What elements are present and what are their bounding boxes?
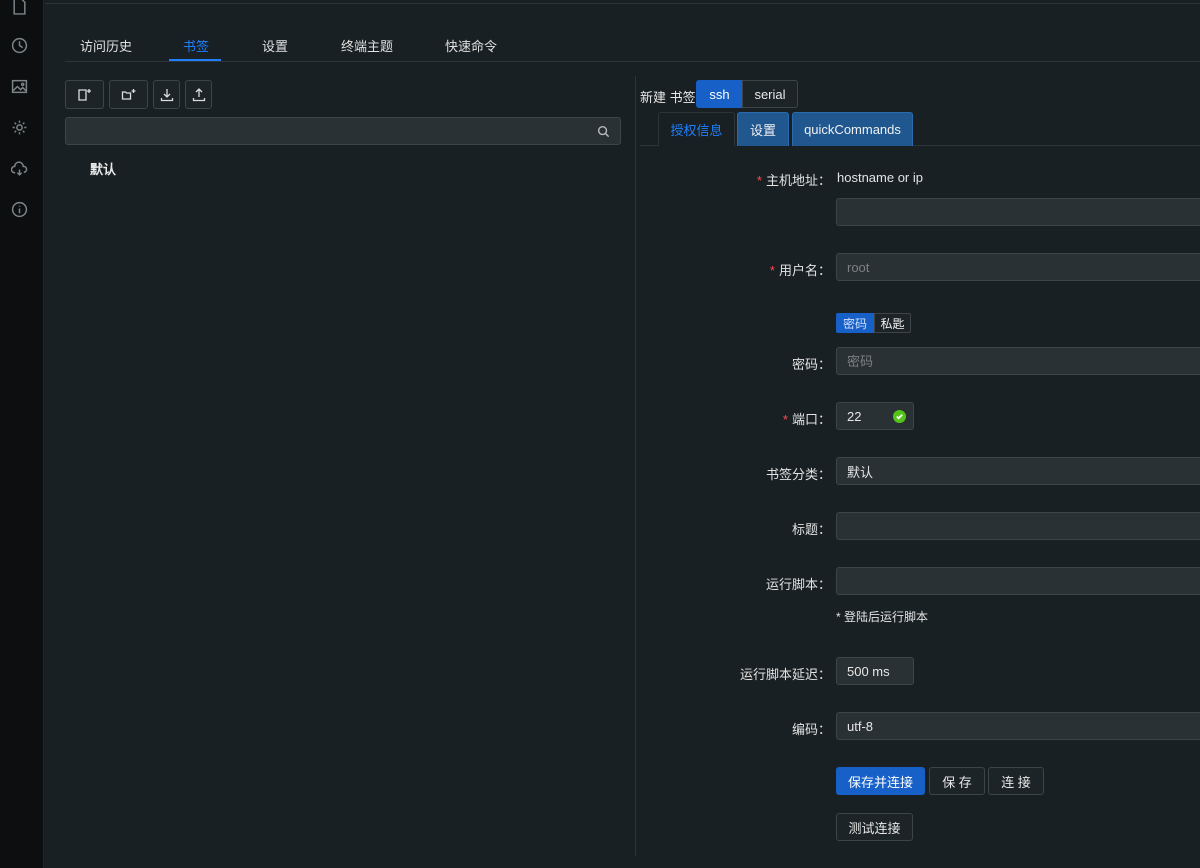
download-icon	[160, 88, 173, 101]
host-label: * 主机地址：	[756, 173, 831, 188]
save-and-connect-button[interactable]: 保存并连接	[836, 767, 925, 795]
check-circle-icon	[893, 410, 906, 423]
tab-terminal-theme[interactable]: 终端主题	[341, 36, 393, 55]
username-label: * 用户名：	[769, 263, 831, 278]
tab-bookmarks[interactable]: 书签	[183, 36, 209, 55]
upload-icon	[192, 87, 205, 101]
tab-form-settings[interactable]: 设置	[737, 112, 789, 146]
search-icon[interactable]	[597, 125, 610, 141]
new-folder-icon	[121, 88, 135, 100]
required-mark: *	[756, 173, 762, 188]
new-bookmark-icon	[77, 88, 91, 101]
bookmark-search	[65, 117, 621, 145]
category-value: 默认	[847, 464, 874, 480]
run-script-delay-label: 运行脚本延迟：	[739, 667, 831, 682]
left-sidebar	[0, 0, 44, 868]
import-button[interactable]	[153, 80, 180, 109]
tab-quick-commands[interactable]: 快速命令	[445, 36, 497, 55]
host-hint: hostname or ip	[837, 170, 923, 185]
new-bookmark-label: 新建 书签	[640, 90, 696, 105]
tab-history[interactable]: 访问历史	[80, 36, 132, 55]
panel-divider	[635, 76, 636, 856]
gear-icon[interactable]	[10, 118, 28, 136]
title-field	[836, 512, 1200, 540]
main-panel: 访问历史 书签 设置 终端主题 快速命令 默认 新建 书签 ssh serial…	[45, 0, 1200, 868]
form-tabs-line-right	[913, 145, 1200, 146]
top-divider	[45, 3, 1200, 4]
category-select[interactable]: 默认	[836, 457, 1200, 485]
cloud-sync-icon[interactable]	[10, 159, 28, 177]
host-field	[836, 198, 1200, 226]
save-button[interactable]: 保 存	[929, 767, 985, 795]
run-script-input[interactable]	[837, 568, 1200, 594]
port-field	[836, 402, 914, 430]
run-script-delay-input[interactable]	[837, 658, 913, 684]
type-ssh[interactable]: ssh	[696, 80, 743, 108]
encoding-select[interactable]: utf-8	[836, 712, 1200, 740]
tab-settings[interactable]: 设置	[262, 36, 288, 55]
category-label: 书签分类：	[765, 467, 831, 482]
search-input[interactable]	[66, 118, 620, 144]
run-script-field	[836, 567, 1200, 595]
auth-private-key-option[interactable]: 私匙	[874, 313, 911, 333]
form-tabs-line	[640, 145, 658, 146]
tree-item-default[interactable]: 默认	[90, 159, 116, 178]
file-icon[interactable]	[10, 0, 28, 15]
username-field	[836, 253, 1200, 281]
title-label: 标题：	[791, 522, 831, 537]
password-label: 密码：	[791, 357, 831, 372]
encoding-label: 编码：	[791, 722, 831, 737]
password-field	[836, 347, 1200, 375]
port-label: * 端口：	[782, 412, 831, 427]
image-icon[interactable]	[10, 77, 28, 95]
main-tabs: 访问历史 书签 设置 终端主题 快速命令	[65, 28, 1200, 62]
type-serial[interactable]: serial	[742, 80, 798, 108]
tab-auth-info[interactable]: 授权信息	[658, 112, 735, 146]
test-connection-button[interactable]: 测试连接	[836, 813, 913, 841]
run-script-hint: * 登陆后运行脚本	[836, 610, 929, 624]
encoding-value: utf-8	[847, 718, 874, 734]
new-folder-button[interactable]	[109, 80, 148, 109]
tab-active-indicator	[169, 59, 221, 61]
password-input[interactable]	[837, 348, 1200, 374]
info-icon[interactable]	[10, 200, 28, 218]
username-input[interactable]	[837, 254, 1200, 280]
run-script-delay-field	[836, 657, 914, 685]
new-bookmark-button[interactable]	[65, 80, 104, 109]
tab-quick-commands-form[interactable]: quickCommands	[792, 112, 913, 146]
auth-password-option[interactable]: 密码	[836, 313, 874, 333]
history-icon[interactable]	[10, 36, 28, 54]
export-button[interactable]	[185, 80, 212, 109]
run-script-label: 运行脚本：	[765, 577, 831, 592]
host-input[interactable]	[837, 199, 1200, 225]
title-input[interactable]	[837, 513, 1200, 539]
connect-button[interactable]: 连 接	[988, 767, 1044, 795]
